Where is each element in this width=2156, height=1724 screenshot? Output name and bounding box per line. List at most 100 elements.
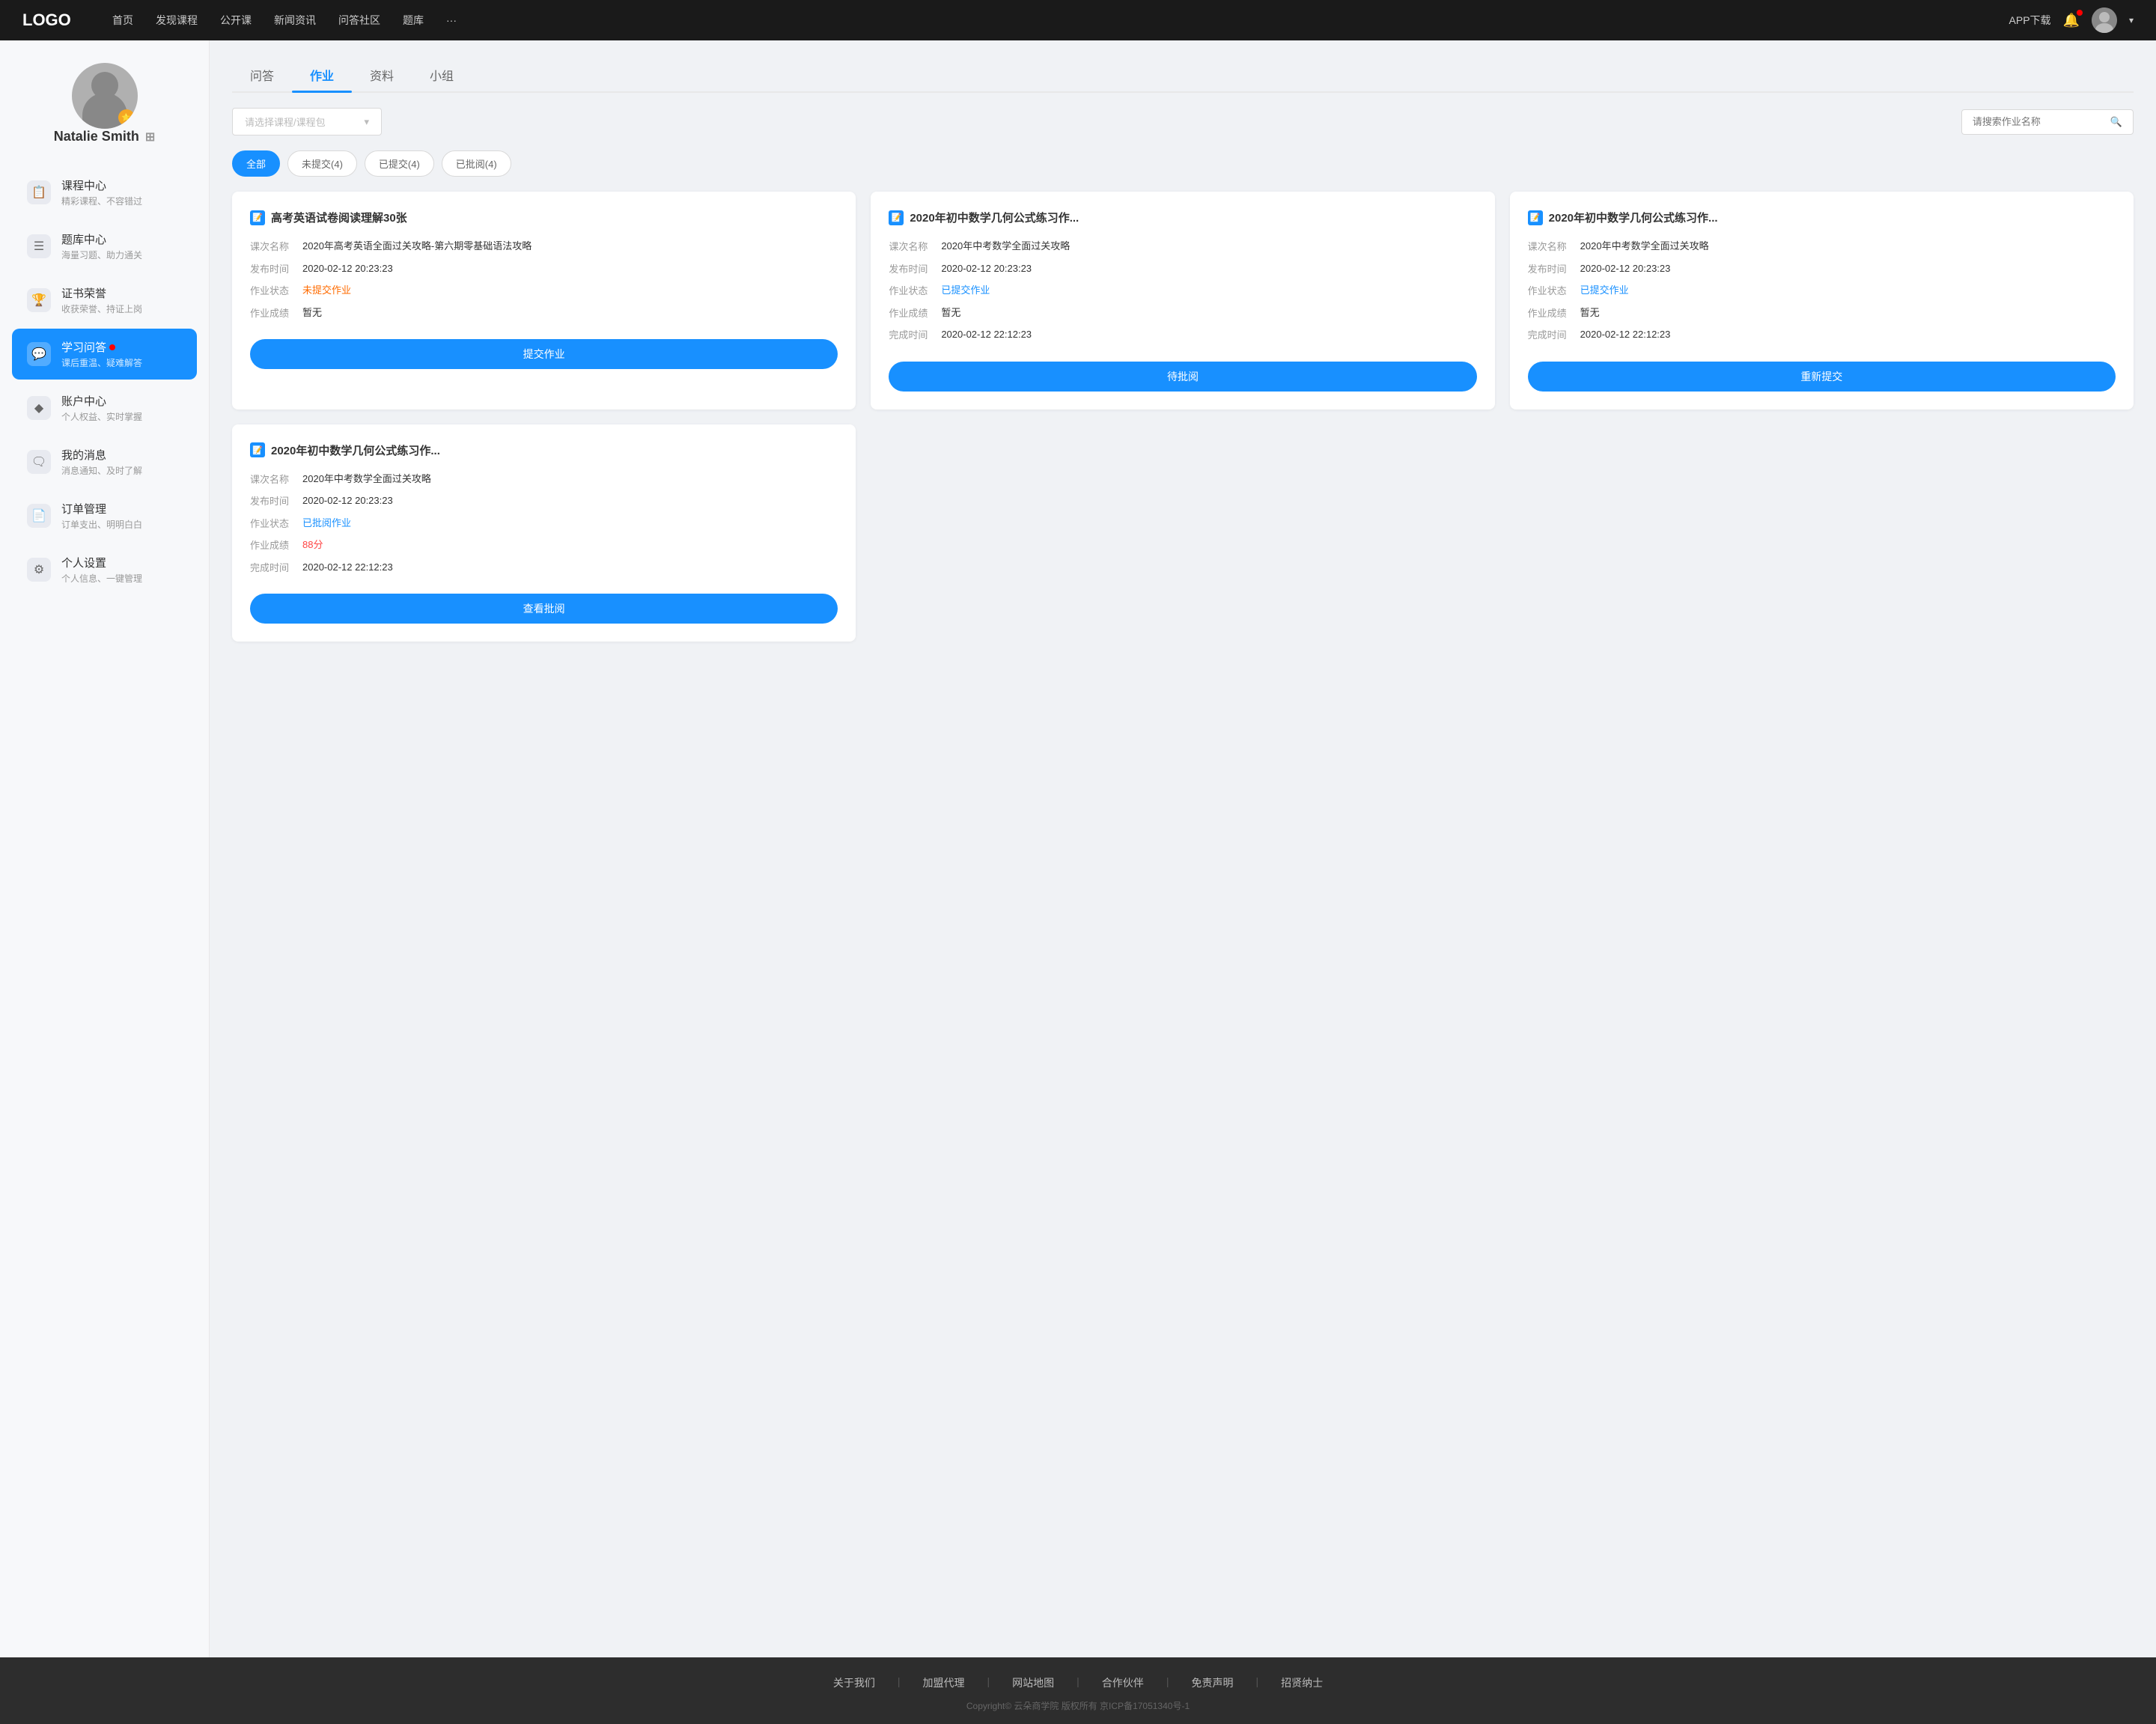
user-menu-chevron[interactable]: ▾	[2129, 15, 2134, 25]
footer-join[interactable]: 加盟代理	[923, 1675, 965, 1690]
assignment-card-4: 📝 2020年初中数学几何公式练习作... 课次名称 2020年中考数学全面过关…	[232, 424, 856, 642]
card4-finish-row: 完成时间 2020-02-12 22:12:23	[250, 560, 838, 575]
profile-edit-icon[interactable]: ⊞	[145, 130, 155, 144]
card3-score-row: 作业成绩 暂无	[1528, 305, 2116, 320]
tab-materials[interactable]: 资料	[352, 58, 412, 91]
sidebar-item-qa[interactable]: 💬 学习问答 课后重温、疑难解答	[12, 329, 197, 380]
card4-title: 📝 2020年初中数学几何公式练习作...	[250, 442, 838, 458]
search-icon[interactable]: 🔍	[2110, 116, 2122, 128]
nav-open-course[interactable]: 公开课	[220, 13, 252, 28]
footer-disclaimer[interactable]: 免责声明	[1191, 1675, 1233, 1690]
sidebar-item-messages[interactable]: 🗨 我的消息 消息通知、及时了解	[12, 436, 197, 487]
filter-left: 请选择课程/课程包 ▾	[232, 108, 382, 135]
qa-icon: 💬	[27, 342, 51, 366]
tab-group[interactable]: 小组	[412, 58, 472, 91]
card3-course-row: 课次名称 2020年中考数学全面过关攻略	[1528, 239, 2116, 254]
status-filter-bar: 全部 未提交(4) 已提交(4) 已批阅(4)	[232, 150, 2134, 177]
assignment-card-3: 📝 2020年初中数学几何公式练习作... 课次名称 2020年中考数学全面过关…	[1510, 192, 2134, 409]
card4-score-row: 作业成绩 88分	[250, 537, 838, 552]
card2-status-row: 作业状态 已提交作业	[889, 283, 1476, 298]
avatar[interactable]	[2092, 7, 2117, 33]
card2-publish-row: 发布时间 2020-02-12 20:23:23	[889, 261, 1476, 276]
settings-icon: ⚙	[27, 558, 51, 582]
profile-avatar: ⭐	[72, 63, 138, 129]
filter-unsubmitted[interactable]: 未提交(4)	[287, 150, 357, 177]
header: LOGO 首页 发现课程 公开课 新闻资讯 问答社区 题库 ··· APP下载 …	[0, 0, 2156, 40]
card1-publish-row: 发布时间 2020-02-12 20:23:23	[250, 261, 838, 276]
cards-grid: 📝 高考英语试卷阅读理解30张 课次名称 2020年高考英语全面过关攻略-第六期…	[232, 192, 2134, 642]
course-center-subtitle: 精彩课程、不容错过	[61, 195, 182, 207]
filter-submitted[interactable]: 已提交(4)	[365, 150, 434, 177]
filter-row: 请选择课程/课程包 ▾ 🔍	[232, 108, 2134, 135]
messages-title: 我的消息	[61, 447, 182, 463]
nav-more[interactable]: ···	[446, 14, 457, 26]
logo: LOGO	[22, 10, 82, 30]
profile-section: ⭐ Natalie Smith ⊞	[39, 63, 170, 144]
footer-about[interactable]: 关于我们	[833, 1675, 875, 1690]
sidebar-item-question-bank[interactable]: ☰ 题库中心 海量习题、助力通关	[12, 221, 197, 272]
card4-status-row: 作业状态 已批阅作业	[250, 516, 838, 531]
card2-score-row: 作业成绩 暂无	[889, 305, 1476, 320]
card1-submit-btn[interactable]: 提交作业	[250, 339, 838, 369]
card3-resubmit-btn[interactable]: 重新提交	[1528, 362, 2116, 392]
filter-reviewed[interactable]: 已批阅(4)	[442, 150, 511, 177]
card4-view-review-btn[interactable]: 查看批阅	[250, 594, 838, 624]
content-area: 问答 作业 资料 小组 请选择课程/课程包 ▾ 🔍 全部 未提交(4) 已提交(…	[210, 40, 2156, 1657]
sidebar-item-settings[interactable]: ⚙ 个人设置 个人信息、一键管理	[12, 544, 197, 595]
sidebar-item-course[interactable]: 📋 课程中心 精彩课程、不容错过	[12, 167, 197, 218]
assignment-card-2: 📝 2020年初中数学几何公式练习作... 课次名称 2020年中考数学全面过关…	[871, 192, 1494, 409]
app-download-link[interactable]: APP下载	[2009, 13, 2051, 28]
assignment-card-1: 📝 高考英语试卷阅读理解30张 课次名称 2020年高考英语全面过关攻略-第六期…	[232, 192, 856, 409]
footer-partners[interactable]: 合作伙伴	[1102, 1675, 1144, 1690]
orders-icon: 📄	[27, 504, 51, 528]
card3-publish-row: 发布时间 2020-02-12 20:23:23	[1528, 261, 2116, 276]
certificate-subtitle: 收获荣誉、持证上岗	[61, 302, 182, 315]
sidebar-item-orders[interactable]: 📄 订单管理 订单支出、明明白白	[12, 490, 197, 541]
card2-finish-row: 完成时间 2020-02-12 22:12:23	[889, 327, 1476, 342]
messages-icon: 🗨	[27, 450, 51, 474]
account-icon: ◆	[27, 396, 51, 420]
nav-question-bank[interactable]: 题库	[403, 13, 424, 28]
sidebar-item-account[interactable]: ◆ 账户中心 个人权益、实时掌握	[12, 383, 197, 433]
course-select-placeholder: 请选择课程/课程包	[245, 115, 326, 129]
qa-notification-dot	[109, 344, 115, 350]
question-bank-title: 题库中心	[61, 231, 182, 247]
messages-subtitle: 消息通知、及时了解	[61, 464, 182, 477]
orders-subtitle: 订单支出、明明白白	[61, 518, 182, 531]
tab-homework[interactable]: 作业	[292, 58, 352, 91]
notification-badge	[2077, 10, 2083, 16]
card1-title: 📝 高考英语试卷阅读理解30张	[250, 210, 838, 225]
course-center-title: 课程中心	[61, 177, 182, 193]
card3-status-row: 作业状态 已提交作业	[1528, 283, 2116, 298]
card1-icon: 📝	[250, 210, 265, 225]
settings-subtitle: 个人信息、一键管理	[61, 572, 182, 585]
notification-bell[interactable]: 🔔	[2063, 13, 2080, 28]
sidebar-nav: 📋 课程中心 精彩课程、不容错过 ☰ 题库中心 海量习题、助力通关 🏆 证书荣誉	[0, 167, 209, 598]
card1-status-row: 作业状态 未提交作业	[250, 283, 838, 298]
tabs-bar: 问答 作业 资料 小组	[232, 58, 2134, 93]
course-center-icon: 📋	[27, 180, 51, 204]
orders-title: 订单管理	[61, 501, 182, 517]
filter-all[interactable]: 全部	[232, 150, 280, 177]
search-input[interactable]	[1973, 116, 2104, 127]
card3-icon: 📝	[1528, 210, 1543, 225]
card4-icon: 📝	[250, 442, 265, 457]
tab-qa[interactable]: 问答	[232, 58, 292, 91]
nav-news[interactable]: 新闻资讯	[274, 13, 316, 28]
nav-qa[interactable]: 问答社区	[338, 13, 380, 28]
sidebar-item-certificate[interactable]: 🏆 证书荣誉 收获荣誉、持证上岗	[12, 275, 197, 326]
footer-sitemap[interactable]: 网站地图	[1012, 1675, 1054, 1690]
course-select-dropdown[interactable]: 请选择课程/课程包 ▾	[232, 108, 382, 135]
footer: 关于我们 | 加盟代理 | 网站地图 | 合作伙伴 | 免责声明 | 招贤纳士 …	[0, 1657, 2156, 1724]
qa-title: 学习问答	[61, 339, 182, 355]
certificate-title: 证书荣誉	[61, 285, 182, 301]
question-bank-icon: ☰	[27, 234, 51, 258]
question-bank-subtitle: 海量习题、助力通关	[61, 249, 182, 261]
nav-home[interactable]: 首页	[112, 13, 133, 28]
account-subtitle: 个人权益、实时掌握	[61, 410, 182, 423]
card2-review-btn[interactable]: 待批阅	[889, 362, 1476, 392]
nav-discover[interactable]: 发现课程	[156, 13, 198, 28]
footer-careers[interactable]: 招贤纳士	[1281, 1675, 1323, 1690]
card3-finish-row: 完成时间 2020-02-12 22:12:23	[1528, 327, 2116, 342]
footer-links: 关于我们 | 加盟代理 | 网站地图 | 合作伙伴 | 免责声明 | 招贤纳士	[15, 1675, 2141, 1690]
